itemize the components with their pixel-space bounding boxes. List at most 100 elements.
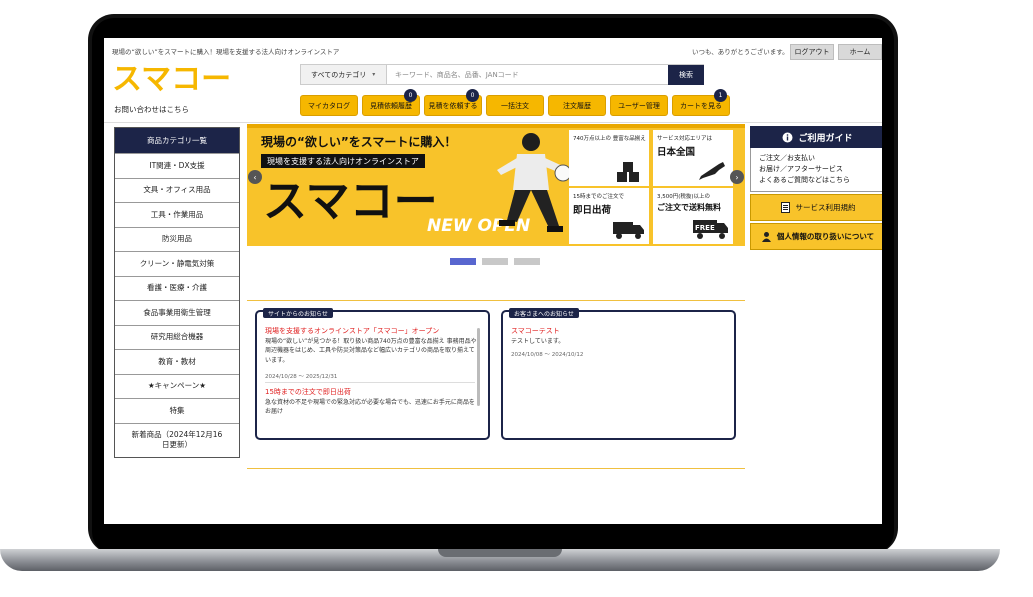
news-title[interactable]: スマコーテスト xyxy=(511,326,560,336)
card-main: 即日出荷 xyxy=(573,205,612,216)
cart-count-badge: 1 xyxy=(714,89,727,102)
boxes-icon xyxy=(617,162,639,182)
news-date: 2024/10/28 〜 2025/12/31 xyxy=(265,374,338,380)
news-body: 急な資材の不足や現場での緊急対応が必要な場合でも、迅速にお手元に商品をお届け xyxy=(265,399,475,416)
news-separator xyxy=(265,382,475,383)
banner-logo-text: スマコー xyxy=(263,176,438,220)
card-caption: 3,500円(税抜)以上の xyxy=(657,194,711,200)
nav-quote-history[interactable]: 見積依頼履歴 0 xyxy=(362,89,420,116)
category-sidebar: 商品カテゴリ一覧 IT関連・DX支援 文具・オフィス用品 工具・作業用品 防災用… xyxy=(114,127,240,458)
banner-card-free-shipping: 3,500円(税抜)以上の ご注文で送料無料 FREE xyxy=(653,188,733,244)
sidebar-item[interactable]: IT関連・DX支援 xyxy=(115,153,239,178)
header-divider xyxy=(104,122,882,123)
banner-headline: 現場の“欲しい”をスマートに購入！ xyxy=(261,135,457,149)
news-label: お客さまへのお知らせ xyxy=(509,308,579,318)
card-main: ご注文で送料無料 xyxy=(657,203,721,212)
card-caption: サービス対応エリアは xyxy=(657,136,713,142)
sidebar-item[interactable]: 新着商品（2024年12月16日更新） xyxy=(115,422,239,457)
banner-card-products: 740万点以上の 豊富な品揃え xyxy=(569,130,649,186)
guide-title: ご利用ガイド xyxy=(798,133,853,144)
carousel-dot-3[interactable] xyxy=(514,258,540,265)
privacy-label: 個人情報の取り扱いについて xyxy=(776,232,875,241)
sidebar-item[interactable]: 工具・作業用品 xyxy=(115,202,239,227)
sidebar-item[interactable]: 防災用品 xyxy=(115,226,239,252)
sidebar-item[interactable]: 研究用総合機器 xyxy=(115,324,239,350)
nav-request-quote[interactable]: 見積を依頼する 0 xyxy=(424,89,482,116)
logo-text: スマコー xyxy=(112,62,231,92)
nav-label: 注文履歴 xyxy=(563,101,591,110)
nav-user-management[interactable]: ユーザー管理 xyxy=(610,95,668,116)
banner-top-strip xyxy=(247,124,745,128)
nav-order-history[interactable]: 注文履歴 xyxy=(548,95,606,116)
guide-header: ご利用ガイド xyxy=(750,126,882,148)
news-title[interactable]: 現場を支援するオンラインストア「スマコー」オープン xyxy=(265,326,439,336)
nav-label: マイカタログ xyxy=(308,101,350,110)
header-tagline: 現場の“欲しい”をスマートに購入！現場を支援する法人向けオンラインストア xyxy=(112,48,340,56)
category-select-value: すべてのカテゴリ xyxy=(311,70,367,79)
contact-link[interactable]: お問い合わせはこちら xyxy=(114,104,189,115)
chevron-left-icon[interactable]: ‹ xyxy=(248,170,262,184)
guide-links[interactable]: ご注文／お支払い お届け／アフターサービス よくあるご質問などはこちら xyxy=(750,148,882,192)
search-bar: すべてのカテゴリ ▾ xyxy=(300,64,704,85)
chevron-right-icon[interactable]: › xyxy=(730,170,744,184)
hero-banner[interactable]: 現場の“欲しい”をスマートに購入！ 現場を支援する法人向けオンラインストア スマ… xyxy=(247,124,745,246)
free-truck-icon: FREE xyxy=(693,220,728,239)
carousel-dot-2[interactable] xyxy=(482,258,508,265)
banner-logo: スマコー xyxy=(263,176,438,220)
card-caption: 15時までのご注文で xyxy=(573,194,624,200)
site-logo[interactable]: スマコー xyxy=(112,62,244,92)
sidebar-item[interactable]: 文具・オフィス用品 xyxy=(115,177,239,203)
news-body: テストしています。 xyxy=(511,338,565,345)
search-button[interactable]: 検索 xyxy=(668,65,704,85)
carousel-dot-1[interactable] xyxy=(450,258,476,265)
guide-link[interactable]: お届け／アフターサービス xyxy=(759,164,876,175)
sidebar-item[interactable]: 看護・医療・介護 xyxy=(115,275,239,301)
banner-subheadline: 現場を支援する法人向けオンラインストア xyxy=(261,154,425,168)
nav-view-cart[interactable]: カートを見る 1 xyxy=(672,89,730,116)
news-label: サイトからのお知らせ xyxy=(263,308,333,318)
logout-button[interactable]: ログアウト xyxy=(790,44,834,60)
nav-label: カートを見る xyxy=(680,101,722,110)
chevron-down-icon: ▾ xyxy=(372,71,376,78)
nav-label: ユーザー管理 xyxy=(618,101,660,110)
nav-label: 一括注文 xyxy=(501,101,529,110)
home-button[interactable]: ホーム xyxy=(838,44,882,60)
laptop-notch xyxy=(438,549,562,557)
header-greeting: いつも、ありがとうございます。 xyxy=(692,48,789,56)
nav-my-catalog[interactable]: マイカタログ xyxy=(300,95,358,116)
free-label: FREE xyxy=(695,224,715,232)
document-icon xyxy=(780,202,791,213)
category-select[interactable]: すべてのカテゴリ ▾ xyxy=(301,65,387,84)
sidebar-item[interactable]: クリーン・静電気対策 xyxy=(115,251,239,276)
news-date: 2024/10/08 〜 2024/10/12 xyxy=(511,352,584,358)
sidebar-item[interactable]: 特集 xyxy=(115,398,239,423)
sidebar-item[interactable]: ★キャンペーン★ xyxy=(115,373,239,399)
guide-link[interactable]: よくあるご質問などはこちら xyxy=(759,175,876,186)
card-caption: 740万点以上の 豊富な品揃え xyxy=(573,136,646,142)
truck-icon xyxy=(613,222,644,239)
nav-bulk-order[interactable]: 一括注文 xyxy=(486,95,544,116)
banner-card-shipping: 15時までのご注文で 即日出荷 xyxy=(569,188,649,244)
japan-map-icon xyxy=(699,162,725,180)
card-main: 日本全国 xyxy=(657,147,696,158)
terms-button[interactable]: サービス利用規約 xyxy=(750,194,882,221)
site-news-panel: サイトからのお知らせ 現場を支援するオンラインストア「スマコー」オープン 現場の… xyxy=(255,308,490,440)
banner-card-area: サービス対応エリアは 日本全国 xyxy=(653,130,733,186)
search-input[interactable] xyxy=(387,65,703,84)
news-title[interactable]: 15時までの注文で即日出荷 xyxy=(265,387,351,397)
info-icon xyxy=(782,132,793,143)
usage-guide: ご利用ガイド ご注文／お支払い お届け／アフターサービス よくあるご質問などはこ… xyxy=(750,126,882,250)
news-body: 現場の“欲しい”が見つかる！取り扱い商品740万点の豊富な品揃え 事務用品や周辺… xyxy=(265,338,477,364)
privacy-button[interactable]: 個人情報の取り扱いについて xyxy=(750,223,882,250)
sidebar-title: 商品カテゴリ一覧 xyxy=(115,128,239,153)
nav-label: 見積を依頼する xyxy=(428,101,478,110)
count-badge: 0 xyxy=(404,89,417,102)
sidebar-item[interactable]: 食品事業用衛生管理 xyxy=(115,300,239,325)
section-divider xyxy=(247,468,745,469)
sidebar-item[interactable]: 教育・教材 xyxy=(115,349,239,374)
section-divider xyxy=(247,300,745,301)
news-scrollbar[interactable] xyxy=(477,328,480,406)
count-badge: 0 xyxy=(466,89,479,102)
customer-news-panel: お客さまへのお知らせ スマコーテスト テストしています。 2024/10/08 … xyxy=(501,308,736,440)
guide-link[interactable]: ご注文／お支払い xyxy=(759,153,876,164)
